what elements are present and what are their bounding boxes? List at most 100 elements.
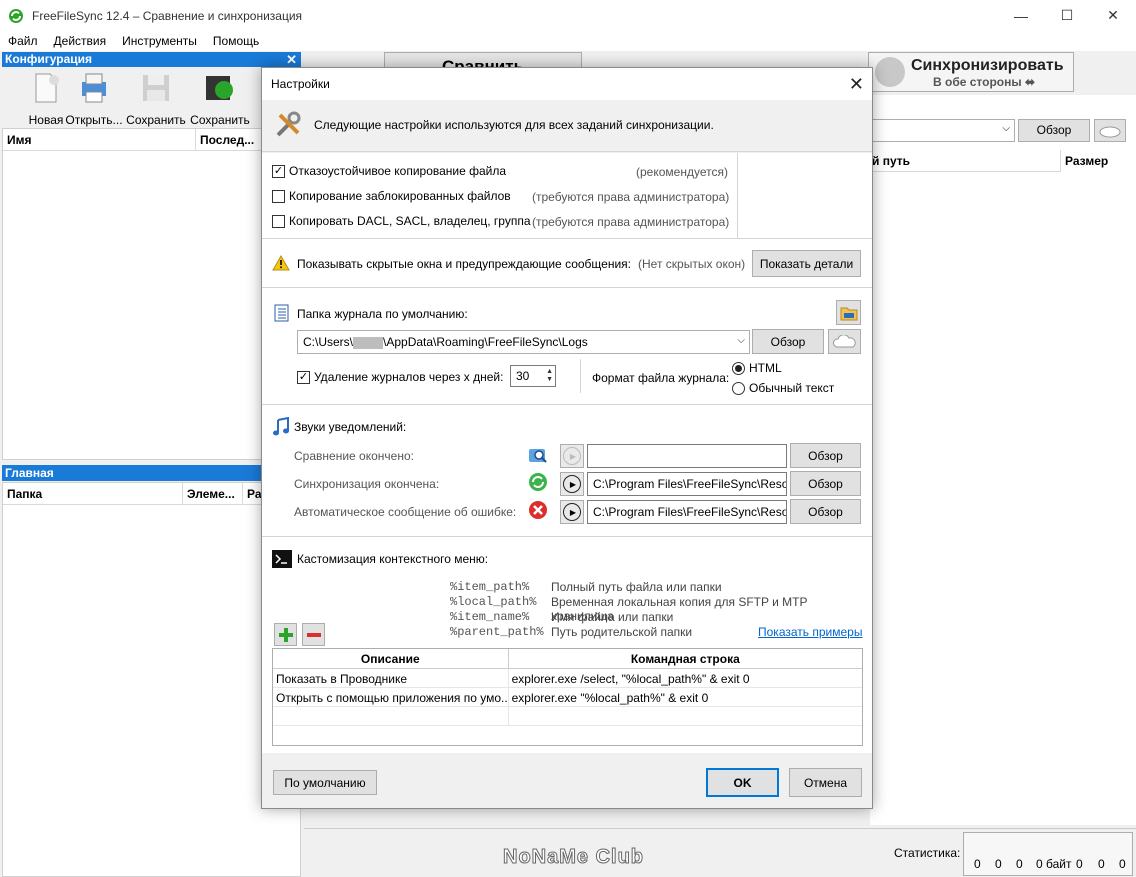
stat-right-delete: 0 <box>1119 857 1126 871</box>
dialog-title: Настройки <box>271 77 330 91</box>
minus-icon <box>306 632 321 637</box>
config-panel-close-icon[interactable]: ✕ <box>286 52 297 67</box>
maximize-button[interactable]: ☐ <box>1044 0 1090 31</box>
context-menu-label: Кастомизация контекстного меню: <box>297 552 489 566</box>
main-panel-header: Главная <box>2 465 301 481</box>
log-days-spinner[interactable]: 30 ▲ ▼ <box>510 365 556 387</box>
log-folder-combo[interactable]: C:\Users\ \AppData\Roaming\FreeFileSync\L… <box>297 330 750 354</box>
dialog-header: Следующие настройки используются для все… <box>262 100 872 152</box>
config-toolbar: Новая Открыть... Сохранить Сохранить ка <box>2 68 301 141</box>
save-config-button[interactable]: Сохранить <box>126 68 186 127</box>
row-description[interactable] <box>273 707 509 725</box>
divider <box>580 359 581 393</box>
column-relative-path[interactable]: й путь <box>872 154 910 168</box>
menu-file[interactable]: Файл <box>0 34 46 48</box>
compare-sound-browse-button[interactable]: Обзор <box>790 443 861 468</box>
terminal-icon <box>272 550 292 568</box>
dialog-close-button[interactable]: ✕ <box>849 74 864 95</box>
error-sound-path[interactable]: C:\Program Files\FreeFileSync\Resou <box>587 500 787 524</box>
hidden-dialogs-status: (Нет скрытых окон) <box>638 257 746 271</box>
log-cloud-button[interactable] <box>828 329 861 354</box>
statistics-label: Статистика: <box>894 846 961 860</box>
stat-right-create: 0 <box>1076 857 1083 871</box>
table-row-empty[interactable] <box>273 707 862 726</box>
menu-actions[interactable]: Действия <box>46 34 115 48</box>
redacted-username <box>353 336 384 349</box>
macro-item-name-desc: Имя файла или папки <box>551 610 674 624</box>
compare-sound-path[interactable] <box>587 444 787 468</box>
sync-arrows-icon <box>529 473 547 491</box>
column-items[interactable]: Элеме... <box>183 483 243 504</box>
restore-defaults-button[interactable]: По умолчанию <box>273 770 377 795</box>
right-cloud-button[interactable] <box>1094 119 1126 142</box>
column-description[interactable]: Описание <box>273 649 509 668</box>
right-folder-combo[interactable]: ⌵ <box>870 119 1015 142</box>
open-config-button[interactable]: Открыть... <box>64 68 124 127</box>
macro-item-path: %item_path% <box>450 580 530 594</box>
cancel-button[interactable]: Отмена <box>789 768 862 797</box>
synchronize-button[interactable]: Синхронизировать В обе стороны ⬌ <box>868 52 1074 92</box>
new-document-icon <box>35 73 59 103</box>
spinner-arrows-icon[interactable]: ▲ ▼ <box>546 368 553 384</box>
table-row[interactable]: Показать в Проводнике explorer.exe /sele… <box>273 669 862 688</box>
show-examples-link[interactable]: Показать примеры <box>758 625 862 639</box>
column-folder[interactable]: Папка <box>3 483 183 504</box>
show-details-button[interactable]: Показать детали <box>752 250 861 277</box>
minimize-button[interactable]: — <box>998 0 1044 31</box>
sync-sound-path[interactable]: C:\Program Files\FreeFileSync\Resou <box>587 472 787 496</box>
add-command-button[interactable] <box>274 623 297 646</box>
cloud-icon <box>1099 126 1121 138</box>
copy-permissions-checkbox[interactable]: Копировать DACL, SACL, владелец, группа <box>272 212 531 230</box>
column-command-line[interactable]: Командная строка <box>509 649 862 668</box>
menu-help[interactable]: Помощь <box>205 34 267 48</box>
row-description[interactable]: Открыть с помощью приложения по умо... <box>273 688 509 706</box>
main-folder-list[interactable]: Папка Элеме... Ра <box>2 482 301 877</box>
radio-unselected-icon <box>732 381 745 395</box>
config-list[interactable]: Имя Послед... <box>2 128 301 460</box>
format-html-radio[interactable]: HTML <box>732 359 782 377</box>
config-list-header: Имя Послед... <box>3 129 300 151</box>
column-right-size[interactable]: Размер <box>1060 150 1136 172</box>
failsafe-copy-checkbox[interactable]: ✓ Отказоустойчивое копирование файла <box>272 162 506 180</box>
chevron-down-icon[interactable]: ⌵ <box>737 335 745 346</box>
config-panel-header: Конфигурация ✕ <box>2 52 301 67</box>
stat-data-size: 0 байт <box>1036 857 1072 871</box>
ok-button[interactable]: OK <box>706 768 779 797</box>
context-menu-table[interactable]: Описание Командная строка Показать в Про… <box>272 648 863 746</box>
warning-icon <box>272 255 290 271</box>
delete-logs-checkbox[interactable]: ✓ Удаление журналов через х дней: <box>297 368 503 386</box>
format-text-radio[interactable]: Обычный текст <box>732 379 834 397</box>
play-sync-sound-button[interactable]: ▶ <box>560 472 584 496</box>
column-name[interactable]: Имя <box>3 129 196 150</box>
right-file-panel <box>870 95 1136 825</box>
locked-files-checkbox[interactable]: Копирование заблокированных файлов <box>272 187 511 205</box>
failsafe-copy-label: Отказоустойчивое копирование файла <box>289 164 507 178</box>
log-file-icon <box>274 304 289 322</box>
row-description[interactable]: Показать в Проводнике <box>273 669 509 687</box>
stat-left-update: 0 <box>995 857 1002 871</box>
menu-tools[interactable]: Инструменты <box>114 34 205 48</box>
dialog-intro-text: Следующие настройки используются для все… <box>314 118 714 132</box>
open-log-folder-button[interactable] <box>836 300 861 325</box>
play-compare-sound-button[interactable]: ▶ <box>560 444 584 468</box>
close-window-button[interactable]: ✕ <box>1090 0 1136 31</box>
row-command[interactable]: explorer.exe /select, "%local_path%" & e… <box>509 669 862 687</box>
right-browse-button[interactable]: Обзор <box>1018 119 1090 142</box>
error-sound-browse-button[interactable]: Обзор <box>790 499 861 524</box>
dialog-titlebar: Настройки ✕ <box>262 68 872 100</box>
sync-sound-browse-button[interactable]: Обзор <box>790 471 861 496</box>
table-row[interactable]: Открыть с помощью приложения по умо... e… <box>273 688 862 707</box>
play-error-sound-button[interactable]: ▶ <box>560 500 584 524</box>
sync-variant: В обе стороны ⬌ <box>933 75 1036 89</box>
freefilesync-app-icon <box>9 8 23 23</box>
row-command[interactable]: explorer.exe "%local_path%" & exit 0 <box>509 688 862 706</box>
checkbox-unchecked-icon <box>272 214 285 228</box>
error-sound-label: Автоматическое сообщение об ошибке: <box>294 505 517 519</box>
log-browse-button[interactable]: Обзор <box>752 329 824 354</box>
remove-command-button[interactable] <box>302 623 325 646</box>
music-note-icon <box>273 417 289 436</box>
divider <box>262 287 872 288</box>
row-command[interactable] <box>509 707 862 725</box>
log-folder-label: Папка журнала по умолчанию: <box>297 307 468 321</box>
checkbox-checked-icon: ✓ <box>297 370 310 384</box>
